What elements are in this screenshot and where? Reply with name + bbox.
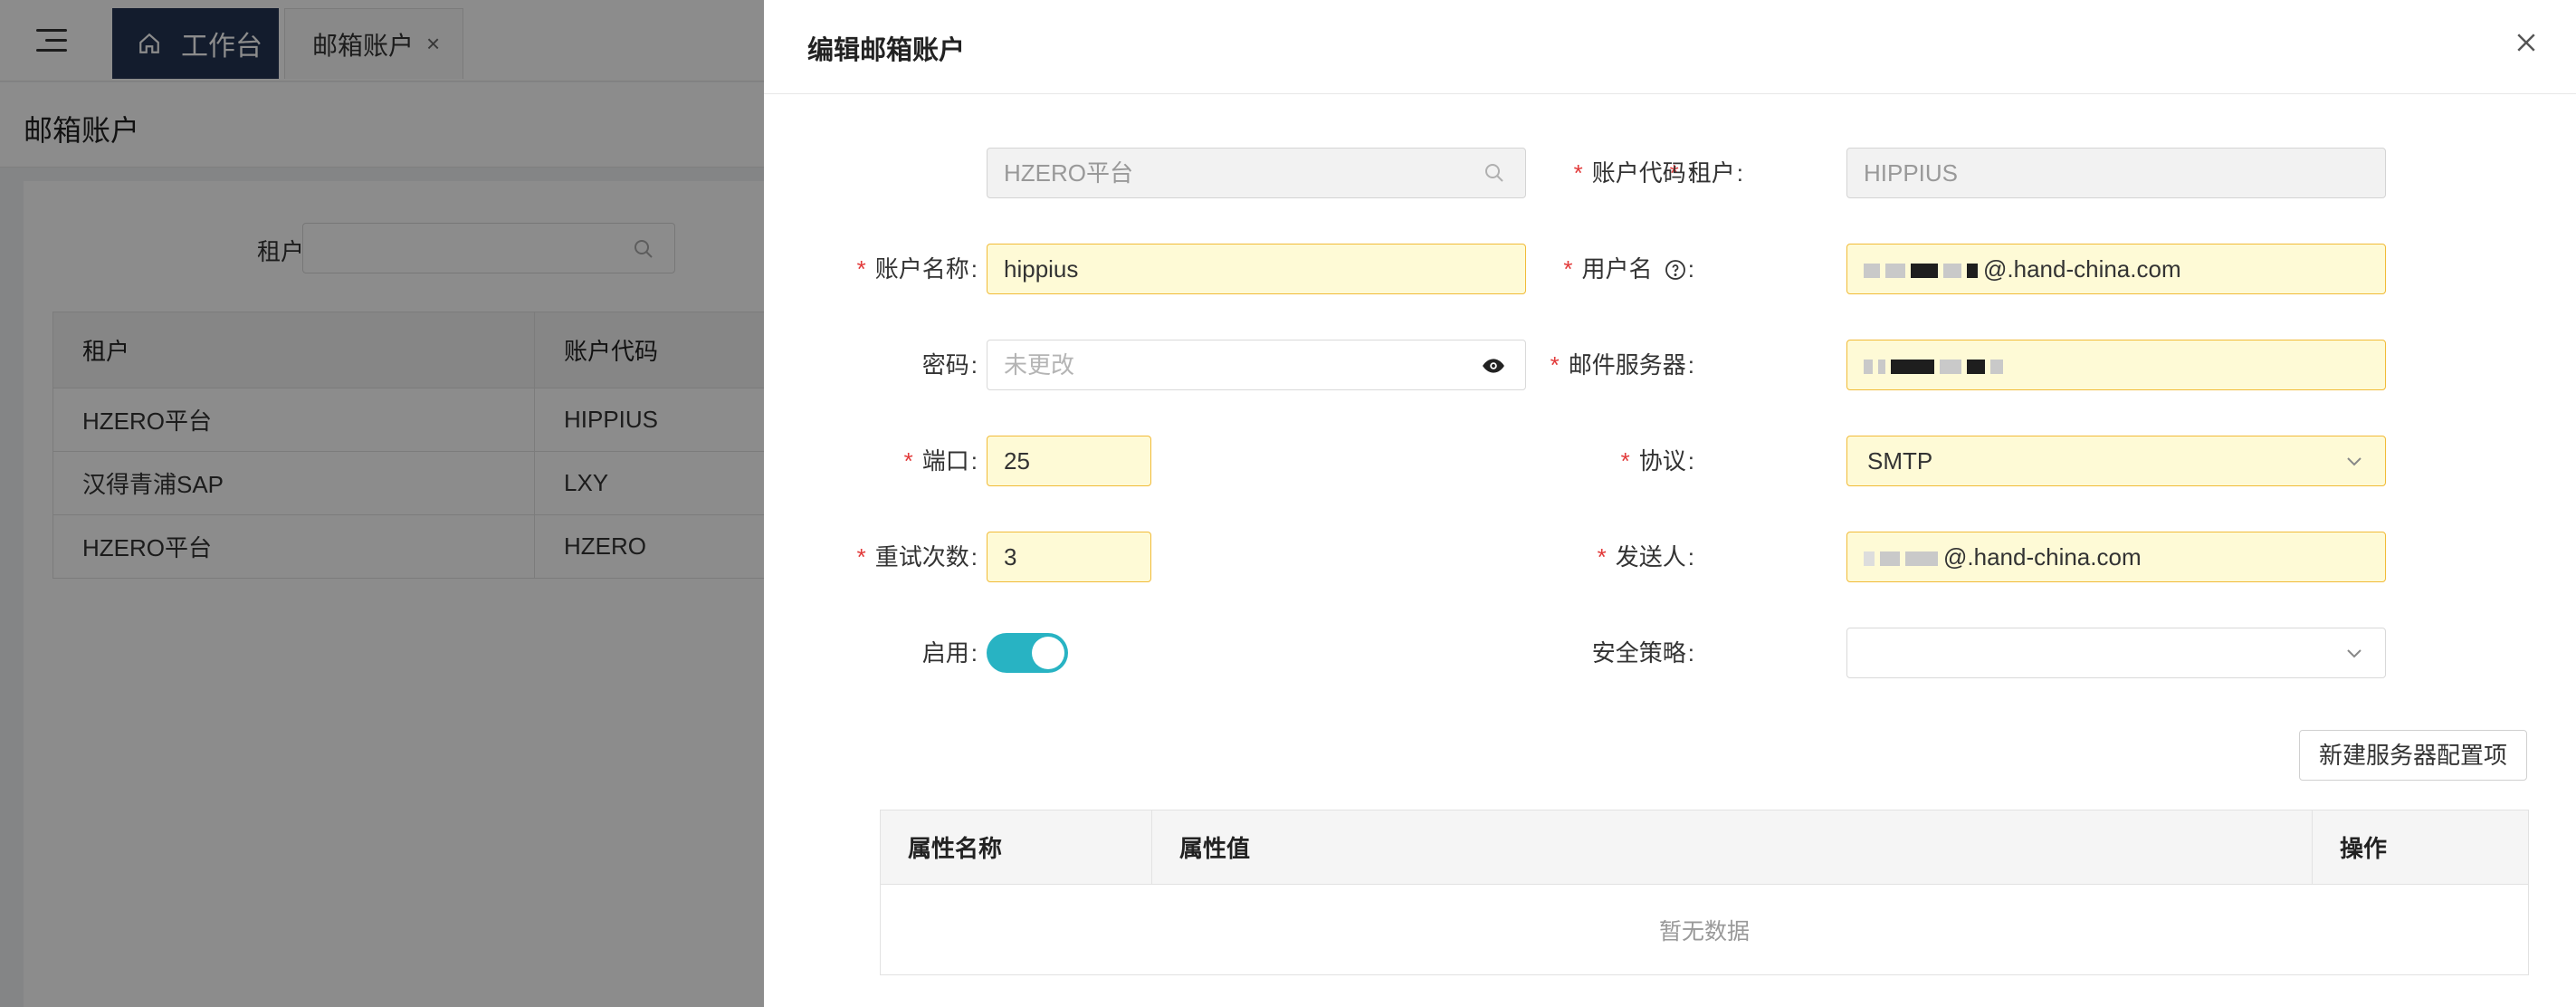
help-icon[interactable] [1665, 259, 1686, 281]
column-header-property-name: 属性名称 [880, 810, 1152, 885]
retry-count-value: 3 [1004, 543, 1017, 571]
protocol-value: SMTP [1867, 447, 1933, 475]
port-value: 25 [1004, 447, 1030, 475]
server-config-table: 属性名称 属性值 操作 暂无数据 [880, 810, 2529, 975]
empty-state-text: 暂无数据 [880, 884, 2529, 975]
enabled-switch[interactable] [987, 633, 1068, 673]
chevron-down-icon [2347, 457, 2361, 466]
username-value: @.hand-china.com [1983, 255, 2181, 283]
password-placeholder: 未更改 [1004, 351, 1075, 379]
chevron-down-icon [2347, 649, 2361, 658]
account-code-value: HIPPIUS [1864, 159, 1959, 187]
sender-input[interactable]: @.hand-china.com [1846, 532, 2386, 582]
account-code-field[interactable]: HIPPIUS [1846, 148, 2386, 198]
enabled-label: 启用: [921, 639, 978, 667]
sender-label: * 发送人: [1597, 543, 1694, 571]
edit-mail-account-drawer: 编辑邮箱账户 * 租户: HZERO平台 * 账户代码: HIPPIUS * 账户名称… [764, 0, 2576, 1007]
account-code-label: * 账户代码: [1573, 159, 1694, 187]
protocol-select[interactable]: SMTP [1846, 436, 2386, 486]
account-name-input[interactable]: hippius [987, 244, 1526, 294]
close-icon[interactable] [2513, 29, 2540, 56]
new-server-config-button[interactable]: 新建服务器配置项 [2299, 730, 2527, 781]
password-label: 密码: [921, 351, 978, 379]
retry-count-label: * 重试次数: [856, 543, 978, 571]
security-policy-label: 安全策略: [1591, 639, 1694, 667]
account-name-value: hippius [1004, 255, 1079, 283]
username-label: * 用户名 : [1563, 255, 1694, 283]
protocol-label: * 协议: [1620, 447, 1694, 475]
retry-count-input[interactable]: 3 [987, 532, 1151, 582]
column-header-property-value: 属性值 [1151, 810, 2313, 885]
port-label: * 端口: [903, 447, 978, 475]
account-name-label: * 账户名称: [856, 255, 978, 283]
mail-server-label: * 邮件服务器: [1550, 351, 1694, 379]
mail-server-input[interactable] [1846, 340, 2386, 390]
drawer-title: 编辑邮箱账户 [807, 36, 966, 65]
sender-value: @.hand-china.com [1943, 543, 2142, 571]
password-input[interactable]: 未更改 [987, 340, 1526, 390]
port-input[interactable]: 25 [987, 436, 1151, 486]
column-header-actions: 操作 [2312, 810, 2529, 885]
switch-knob [1032, 637, 1064, 669]
drawer-header: 编辑邮箱账户 [764, 0, 2576, 94]
security-policy-select[interactable] [1846, 628, 2386, 678]
username-input[interactable]: @.hand-china.com [1846, 244, 2386, 294]
eye-icon[interactable] [1482, 354, 1505, 378]
